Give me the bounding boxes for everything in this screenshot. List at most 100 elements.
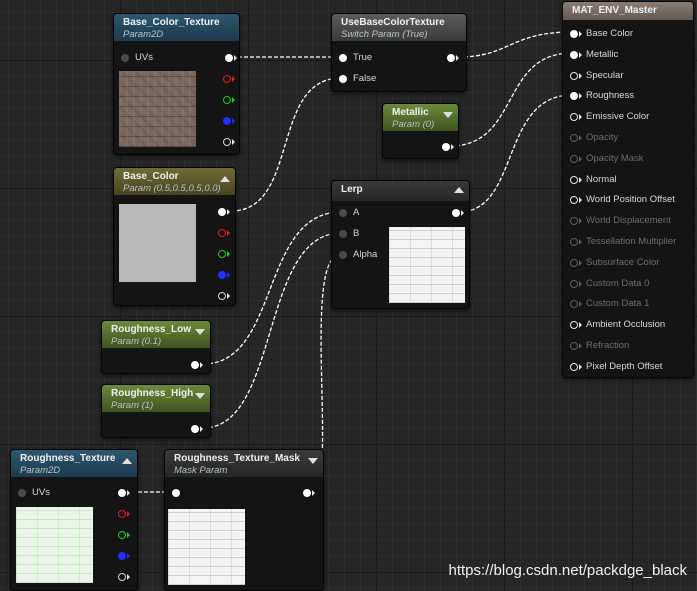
master-input-pin[interactable] [570,258,578,267]
node-roughness-texture[interactable]: Roughness_Texture Param2D UVs [10,449,138,591]
node-material-master[interactable]: MAT_ENV_Master Base Color Metallic Specula… [562,1,694,378]
b-input-pin[interactable] [339,230,347,238]
master-input-pin[interactable] [570,362,578,371]
pin-arrow [200,426,203,432]
r-output-pin[interactable] [118,510,126,518]
master-input-pin[interactable] [570,134,578,142]
g-output-pin[interactable] [218,250,226,258]
master-input-pin[interactable] [570,71,578,80]
node-header[interactable]: Metallic Param (0) [383,104,458,131]
master-input-pin[interactable] [570,342,578,350]
pin-arrow [579,280,582,287]
pin-arrow [227,272,230,278]
node-roughness-texture-mask[interactable]: Roughness_Texture_Mask Mask Param [164,449,324,591]
master-input-pin[interactable] [570,217,578,226]
output-pin[interactable] [191,361,199,369]
b-output-pin[interactable] [118,552,126,560]
master-pin-label: Custom Data 0 [586,277,650,289]
uvs-input-pin[interactable] [18,489,26,497]
master-input-pin[interactable] [570,154,578,163]
true-input-pin[interactable] [339,54,347,62]
node-header[interactable]: Lerp [332,181,469,201]
pin-arrow [579,155,582,162]
node-base-color-texture[interactable]: Base_Color_Texture Param2D UVs [113,13,240,155]
node-use-base-color-texture[interactable]: UseBaseColorTexture Switch Param (True) … [331,13,467,92]
output-pin[interactable] [303,489,311,497]
node-header[interactable]: MAT_ENV_Master [563,2,693,20]
node-title: Metallic [392,107,429,118]
master-input-pin[interactable] [570,279,578,288]
pin-arrow [579,343,582,349]
node-header[interactable]: UseBaseColorTexture Switch Param (True) [332,14,466,41]
node-header[interactable]: Roughness_Texture Param2D [11,450,137,477]
collapse-arrow-icon[interactable] [195,393,205,399]
g-output-pin[interactable] [223,96,231,104]
node-header[interactable]: Roughness_Texture_Mask Mask Param [165,450,323,477]
rgb-output-pin[interactable] [225,54,233,62]
node-subtitle: Mask Param [174,465,228,476]
node-base-color[interactable]: Base_Color Param (0.5,0.5,0.5,0.0) [113,167,236,306]
b-output-pin[interactable] [218,271,226,279]
input-pin[interactable] [172,489,180,497]
pin-arrow [579,114,582,121]
master-input-pin[interactable] [570,321,578,330]
collapse-arrow-icon[interactable] [195,329,205,335]
false-input-pin[interactable] [339,75,347,83]
a-output-pin[interactable] [118,573,126,581]
output-pin[interactable] [447,54,455,62]
master-input-pin[interactable] [570,92,578,101]
false-pin-label: False [353,73,377,84]
pin-arrow [579,31,582,37]
node-metallic[interactable]: Metallic Param (0) [382,103,459,159]
master-pin-label: World Displacement [586,215,671,227]
master-input-pin[interactable] [570,196,578,205]
watermark: https://blog.csdn.net/packdge_black [448,562,688,579]
a-output-pin[interactable] [223,138,231,146]
uvs-input-pin[interactable] [121,54,129,62]
node-title: UseBaseColorTexture [341,17,445,28]
pin-arrow [200,362,203,368]
collapse-arrow-icon[interactable] [122,458,132,464]
output-pin[interactable] [191,425,199,433]
r-output-pin[interactable] [218,229,226,237]
node-roughness-high[interactable]: Roughness_High Param (1) [101,384,211,438]
master-input-pin[interactable] [570,238,578,246]
node-header[interactable]: Base_Color Param (0.5,0.5,0.5,0.0) [114,168,235,195]
node-lerp[interactable]: Lerp A B Alpha [331,180,470,309]
g-output-pin[interactable] [118,531,126,539]
node-header[interactable]: Roughness_High Param (1) [102,385,210,412]
collapse-arrow-icon[interactable] [454,187,464,193]
master-input-pin[interactable] [570,113,578,122]
collapse-arrow-icon[interactable] [308,458,318,464]
master-input-pin[interactable] [570,50,578,59]
node-subtitle: Param (1) [111,400,154,411]
node-header[interactable]: Base_Color_Texture Param2D [114,14,239,41]
a-input-pin[interactable] [339,209,347,217]
output-pin[interactable] [452,209,460,217]
node-title: Roughness_Texture_Mask [174,453,300,464]
pin-arrow [127,574,130,580]
pin-arrow [227,251,230,257]
pin-arrow [579,135,582,141]
alpha-input-pin[interactable] [339,251,347,259]
pin-arrow [232,76,235,82]
master-input-pin[interactable] [570,175,578,184]
node-roughness-low[interactable]: Roughness_Low Param (0.1) [101,320,211,374]
r-output-pin[interactable] [223,75,231,83]
master-pin-label: Refraction [586,340,630,351]
master-input-pin[interactable] [570,300,578,309]
output-pin[interactable] [442,143,450,151]
collapse-arrow-icon[interactable] [443,112,453,118]
master-input-pin[interactable] [570,30,578,38]
master-pin-label: Ambient Occlusion [586,319,666,331]
rgb-output-pin[interactable] [118,489,126,497]
alpha-pin-label: Alpha [353,249,378,260]
a-output-pin[interactable] [218,292,226,300]
node-header[interactable]: Roughness_Low Param (0.1) [102,321,210,348]
pin-arrow [312,490,315,496]
collapse-arrow-icon[interactable] [220,176,230,182]
master-pin-label: World Position Offset [586,194,675,206]
rgb-output-pin[interactable] [218,208,226,216]
b-output-pin[interactable] [223,117,231,125]
pin-arrow [234,55,237,61]
